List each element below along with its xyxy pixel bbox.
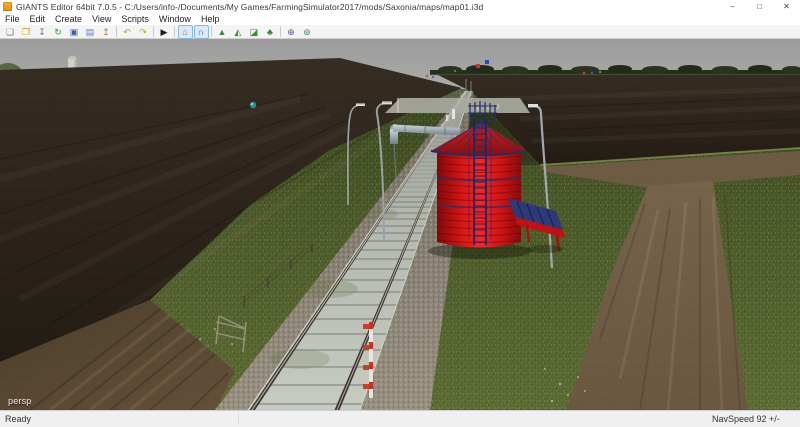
terrain-smooth-icon: ◭ [235, 26, 242, 38]
terrain-foliage-button[interactable]: ♣ [263, 25, 278, 39]
physics-icon: ⊕ [287, 26, 295, 38]
teal-marker-ball[interactable] [250, 102, 256, 108]
window-controls: – □ ✕ [719, 0, 800, 13]
new-file-button[interactable]: ❑ [3, 25, 18, 39]
menu-view[interactable]: View [87, 13, 116, 25]
terrain-sculpt-icon: ▲ [218, 26, 227, 38]
export-button[interactable]: ↥ [99, 25, 114, 39]
save-button[interactable]: ▣ [67, 25, 82, 39]
status-divider [238, 413, 239, 425]
app-icon [3, 2, 12, 11]
terrain-sculpt-button[interactable]: ▲ [215, 25, 230, 39]
minimize-button[interactable]: – [719, 0, 746, 13]
toolbar-separator [174, 26, 175, 37]
play-icon: ▶ [161, 26, 168, 38]
save-as-icon: ▤ [86, 26, 95, 38]
open-file-button[interactable]: ❒ [19, 25, 34, 39]
play-button[interactable]: ▶ [157, 25, 172, 39]
terrain-paint-button[interactable]: ◪ [247, 25, 262, 39]
save-as-button[interactable]: ▤ [83, 25, 98, 39]
toolbar-separator [116, 26, 117, 37]
toolbar-separator [153, 26, 154, 37]
physics-reset-button[interactable]: ⊛ [300, 25, 315, 39]
house-icon: ⌂ [182, 26, 187, 38]
menu-create[interactable]: Create [50, 13, 87, 25]
giants-editor-window: GIANTS Editor 64bit 7.0.5 - C:/Users/inf… [0, 0, 800, 427]
menu-edit[interactable]: Edit [25, 13, 51, 25]
menu-window[interactable]: Window [154, 13, 196, 25]
undo-button[interactable]: ↶ [120, 25, 135, 39]
import-button[interactable]: ↧ [35, 25, 50, 39]
red-balloon[interactable] [476, 64, 480, 68]
menu-help[interactable]: Help [196, 13, 225, 25]
nav-speed-indicator: NavSpeed 92 +/- [712, 414, 780, 424]
rail-crossing[interactable] [385, 98, 530, 113]
save-icon: ▣ [70, 26, 79, 38]
terrain-paint-icon: ◪ [250, 26, 259, 38]
lamp-head [528, 104, 538, 107]
maximize-button[interactable]: □ [746, 0, 773, 13]
foliage-icon: ♣ [267, 26, 273, 38]
window-title: GIANTS Editor 64bit 7.0.5 - C:/Users/inf… [16, 2, 719, 12]
reload-icon: ↻ [54, 26, 62, 38]
snap-button[interactable]: ∩ [194, 25, 209, 39]
redo-button[interactable]: ↷ [136, 25, 151, 39]
status-bar: Ready NavSpeed 92 +/- [0, 410, 800, 427]
status-ready-text: Ready [5, 414, 31, 424]
magnet-icon: ∩ [198, 26, 204, 38]
close-button[interactable]: ✕ [773, 0, 800, 13]
terrain-smooth-button[interactable]: ◭ [231, 25, 246, 39]
3d-viewport[interactable]: persp [0, 39, 800, 410]
scene-canvas [0, 39, 800, 410]
camera-home-button[interactable]: ⌂ [178, 25, 193, 39]
camera-label: persp [8, 396, 32, 406]
physics-button[interactable]: ⊕ [284, 25, 299, 39]
export-icon: ↥ [102, 26, 110, 38]
title-bar[interactable]: GIANTS Editor 64bit 7.0.5 - C:/Users/inf… [0, 0, 800, 13]
physics-reset-icon: ⊛ [303, 26, 311, 38]
toolbar-separator [211, 26, 212, 37]
menu-bar: File Edit Create View Scripts Window Hel… [0, 13, 800, 25]
toolbar-separator [280, 26, 281, 37]
reload-button[interactable]: ↻ [51, 25, 66, 39]
import-icon: ↧ [38, 26, 46, 38]
new-file-icon: ❑ [6, 26, 14, 38]
undo-arrow-icon: ↶ [123, 26, 131, 38]
open-folder-icon: ❒ [22, 26, 30, 38]
toolbar: ❑ ❒ ↧ ↻ ▣ ▤ ↥ ↶ ↷ ▶ ⌂ ∩ ▲ ◭ ◪ ♣ ⊕ ⊛ [0, 25, 800, 39]
blue-balloon[interactable] [485, 60, 489, 64]
menu-file[interactable]: File [0, 13, 25, 25]
redo-arrow-icon: ↷ [139, 26, 147, 38]
menu-scripts[interactable]: Scripts [116, 13, 154, 25]
